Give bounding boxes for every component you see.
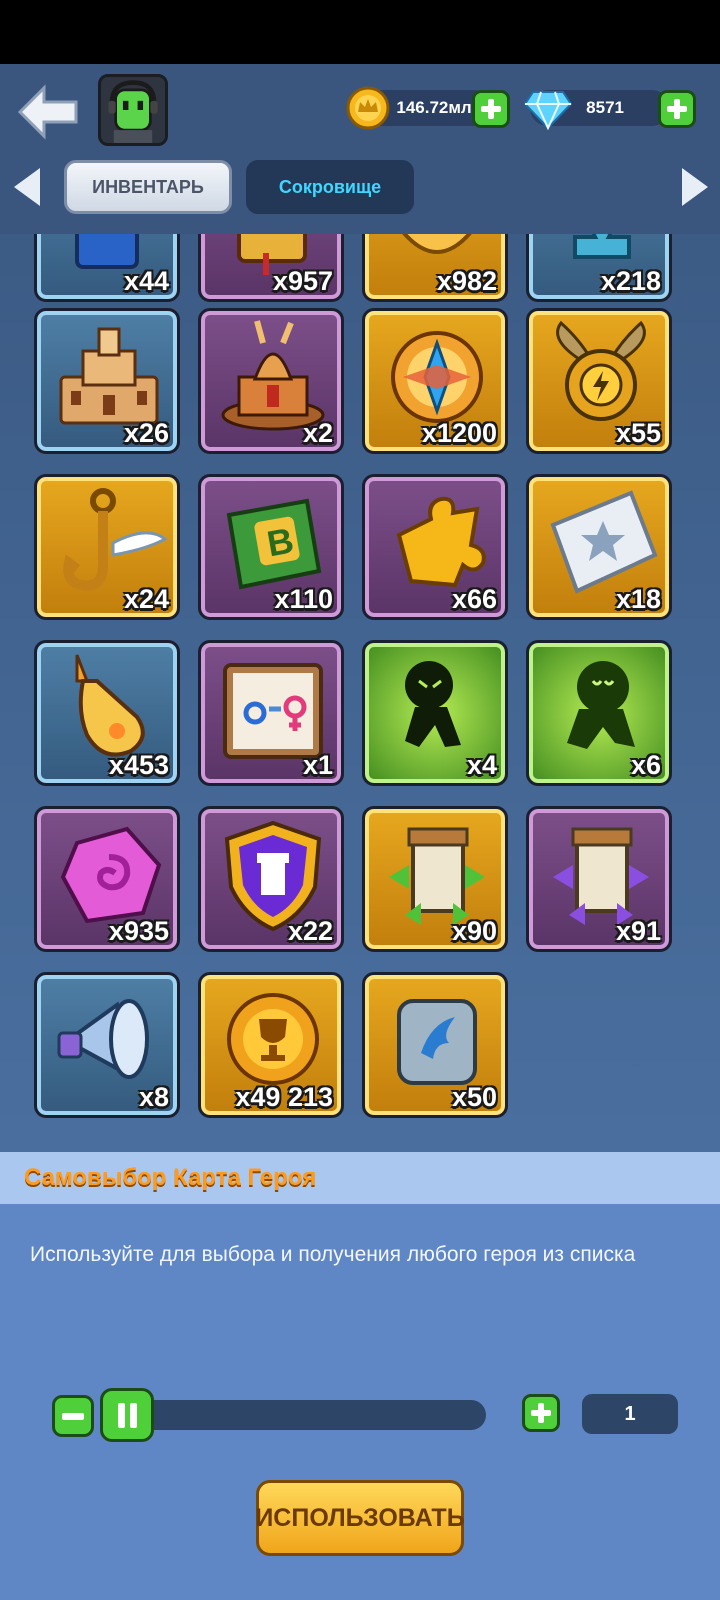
inventory-grid: x44 x957 x982 x218 x26 x2 x1200 x55 x24 … — [0, 234, 720, 1152]
item-slot[interactable]: x66 — [362, 474, 508, 620]
item-slot[interactable]: x91 — [526, 806, 672, 952]
item-slot[interactable]: x55 — [526, 308, 672, 454]
coins-value: 146.72млн — [396, 98, 482, 117]
item-count: x18 — [615, 584, 661, 614]
add-gems-button[interactable] — [658, 90, 696, 128]
item-count: x26 — [123, 418, 169, 448]
item-slot[interactable]: B x110 — [198, 474, 344, 620]
item-slot[interactable]: x26 — [34, 308, 180, 454]
gems-value: 8571 — [586, 98, 624, 117]
item-slot[interactable]: x2 — [198, 308, 344, 454]
increase-quantity-button[interactable] — [522, 1394, 560, 1432]
status-bar — [0, 0, 720, 64]
item-slot[interactable]: x22 — [198, 806, 344, 952]
decrease-quantity-button[interactable] — [52, 1395, 94, 1437]
quantity-value: 1 — [582, 1394, 678, 1434]
quantity-slider[interactable] — [112, 1400, 486, 1430]
slider-handle[interactable] — [100, 1388, 154, 1442]
item-count: x91 — [615, 916, 661, 946]
item-slot[interactable]: x1200 — [362, 308, 508, 454]
tab-inventory[interactable]: ИНВЕНТАРЬ — [64, 160, 232, 214]
item-slot[interactable]: x24 — [34, 474, 180, 620]
tab-next-arrow-icon[interactable] — [682, 168, 708, 206]
item-count: x982 — [436, 266, 497, 296]
item-count: x66 — [451, 584, 497, 614]
item-count: x2 — [302, 418, 333, 448]
item-count: x55 — [615, 418, 661, 448]
tab-treasure[interactable]: Сокровище — [246, 160, 414, 214]
item-count: x44 — [123, 266, 169, 296]
item-slot[interactable]: x50 — [362, 972, 508, 1118]
item-detail-panel: Самовыбор Карта Героя Используйте для вы… — [0, 1152, 720, 1600]
item-slot[interactable]: x218 — [526, 234, 672, 302]
item-count: x49 213 — [235, 1082, 333, 1112]
item-count: x110 — [274, 584, 333, 614]
item-slot[interactable]: x8 — [34, 972, 180, 1118]
item-count: x50 — [451, 1082, 497, 1112]
item-slot[interactable]: x453 — [34, 640, 180, 786]
item-count: x22 — [287, 916, 333, 946]
item-slot[interactable]: x982 — [362, 234, 508, 302]
item-slot[interactable]: x44 — [34, 234, 180, 302]
item-slot[interactable]: x957 — [198, 234, 344, 302]
use-button[interactable]: ИСПОЛЬЗОВАТЬ — [255, 1480, 465, 1556]
item-count: x6 — [630, 750, 661, 780]
avatar[interactable] — [98, 74, 168, 146]
item-slot[interactable]: x90 — [362, 806, 508, 952]
item-count: x1 — [302, 750, 333, 780]
item-slot[interactable]: x18 — [526, 474, 672, 620]
header: 146.72млн 8571 ИНВЕНТАРЬ Сокровище — [0, 64, 720, 234]
item-slot[interactable]: x935 — [34, 806, 180, 952]
item-slot[interactable]: x6 — [526, 640, 672, 786]
diamond-icon — [523, 91, 573, 130]
item-slot[interactable]: x4 — [362, 640, 508, 786]
panel-title-bar: Самовыбор Карта Героя — [0, 1152, 720, 1204]
item-count: x1200 — [421, 418, 497, 448]
item-count: x90 — [451, 916, 497, 946]
coin-icon — [346, 86, 390, 130]
item-slot[interactable]: x49 213 — [198, 972, 344, 1118]
item-count: x935 — [108, 916, 169, 946]
tab-prev-arrow-icon[interactable] — [14, 168, 40, 206]
item-description: Используйте для выбора и получения любог… — [30, 1243, 636, 1266]
item-count: x453 — [108, 750, 169, 780]
item-title: Самовыбор Карта Героя — [24, 1164, 317, 1191]
item-count: x957 — [272, 266, 333, 296]
item-count: x24 — [123, 584, 169, 614]
add-coins-button[interactable] — [472, 90, 510, 128]
item-count: x8 — [138, 1082, 169, 1112]
item-count: x218 — [600, 266, 661, 296]
item-slot[interactable]: x1 — [198, 640, 344, 786]
back-arrow-icon[interactable] — [16, 84, 80, 140]
item-count: x4 — [466, 750, 497, 780]
